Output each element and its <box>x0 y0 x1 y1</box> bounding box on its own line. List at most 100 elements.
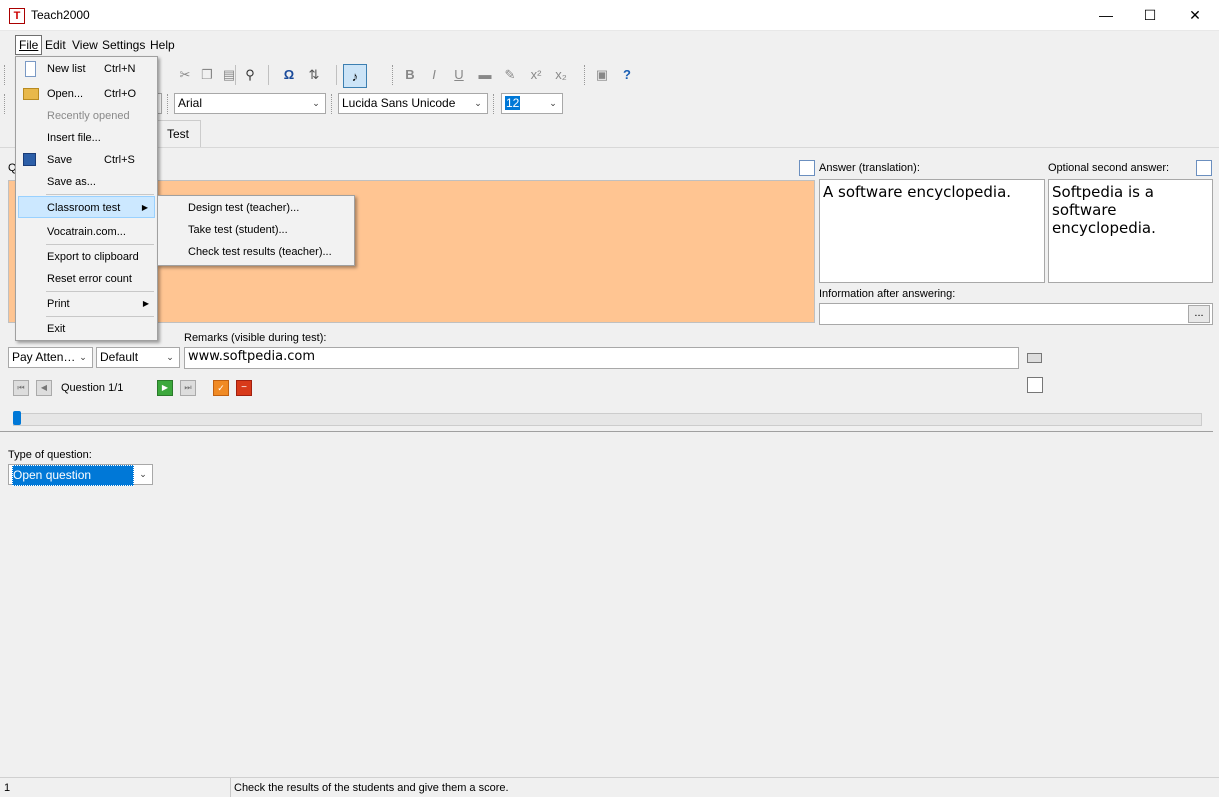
app-icon: T <box>9 8 25 24</box>
toolbar-format: ⌄ Arial ⌄ Lucida Sans Unicode ⌄ 12 ⌄ <box>0 91 1219 117</box>
image-icon[interactable] <box>1027 377 1043 393</box>
toolbar-grip[interactable] <box>493 94 496 114</box>
next-icon[interactable]: ▶ <box>157 380 173 396</box>
toolbar-separator <box>268 65 269 85</box>
menu-item-classroom-test[interactable]: Classroom test ▶ <box>18 196 155 218</box>
menu-view[interactable]: View <box>70 37 100 53</box>
toolbar-grip[interactable] <box>167 94 170 114</box>
check-icon[interactable]: ✓ <box>213 380 229 396</box>
status-panel-count: 1 <box>4 782 11 794</box>
cut-icon[interactable]: ✂ <box>175 65 195 85</box>
font-name-2-value: Lucida Sans Unicode <box>342 96 456 110</box>
bold-icon[interactable]: B <box>400 65 420 85</box>
info-label: Information after answering: <box>819 288 956 300</box>
close-button[interactable]: ✕ <box>1172 0 1218 31</box>
menu-item-print[interactable]: Print ▶ <box>18 293 155 315</box>
minimize-button[interactable]: — <box>1083 0 1129 31</box>
submenu-arrow-icon: ▶ <box>141 203 148 212</box>
question-type-value: Open question <box>12 465 134 486</box>
chevron-down-icon: ⌄ <box>79 352 87 362</box>
keyboard-icon[interactable] <box>1027 353 1042 363</box>
underline-icon[interactable]: U <box>449 65 469 85</box>
copy-icon[interactable]: ❐ <box>197 65 217 85</box>
font-name-value: Arial <box>178 96 203 110</box>
remarks-label: Remarks (visible during test): <box>184 332 327 344</box>
chevron-down-icon: ⌄ <box>474 98 482 108</box>
remarks-textbox[interactable]: www.softpedia.com <box>184 347 1019 369</box>
omega-icon[interactable]: Ω <box>279 65 299 85</box>
difficulty-combo[interactable]: Default ⌄ <box>96 347 180 368</box>
font-size-combo[interactable]: 12 ⌄ <box>501 93 563 114</box>
toolbar-separator <box>235 65 236 85</box>
menu-item-open[interactable]: Open... Ctrl+O <box>18 83 155 105</box>
answer-textbox[interactable]: A software encyclopedia. <box>819 179 1045 283</box>
toolbar-grip[interactable] <box>331 94 334 114</box>
find-icon[interactable]: ⚲ <box>240 65 260 85</box>
menu-item-save[interactable]: Save Ctrl+S <box>18 149 155 171</box>
chevron-down-icon: ⌄ <box>549 98 557 108</box>
menu-edit[interactable]: Edit <box>43 37 68 53</box>
toolbar-grip[interactable] <box>4 65 7 85</box>
subscript-icon[interactable]: x₂ <box>551 65 571 85</box>
second-answer-label: Optional second answer: <box>1048 162 1170 174</box>
menu-settings[interactable]: Settings <box>100 37 147 53</box>
menu-item-insert-file[interactable]: Insert file... <box>18 127 155 149</box>
page-icon[interactable] <box>799 160 815 176</box>
last-icon[interactable]: ⏭ <box>180 380 196 396</box>
first-icon[interactable]: ⏮ <box>13 380 29 396</box>
toolbar-main: ✂ ❐ ▤ ⚲ Ω ⇅ ♪ B I U ▬ ✎ x² x₂ ▣ ? <box>0 60 1219 91</box>
menu-item-take-test[interactable]: Take test (student)... <box>188 224 288 236</box>
previous-icon[interactable]: ◀ <box>36 380 52 396</box>
menu-item-check-results[interactable]: Check test results (teacher)... <box>188 246 332 258</box>
question-type-combo[interactable]: Open question ⌄ <box>8 464 153 486</box>
menu-item-vocatrain[interactable]: Vocatrain.com... <box>18 221 155 243</box>
window-title: Teach2000 <box>31 8 90 22</box>
menu-help[interactable]: Help <box>148 37 177 53</box>
answer-label: Answer (translation): <box>819 162 920 174</box>
divider <box>0 431 1213 432</box>
superscript-icon[interactable]: x² <box>526 65 546 85</box>
music-note-icon[interactable]: ♪ <box>343 64 367 88</box>
highlight-icon[interactable]: ▬ <box>475 65 495 85</box>
menu-file[interactable]: File <box>15 35 43 55</box>
help-icon[interactable]: ? <box>617 65 637 85</box>
italic-icon[interactable]: I <box>424 65 444 85</box>
menu-item-new-list[interactable]: New list Ctrl+N <box>18 58 155 80</box>
menu-item-export-clipboard[interactable]: Export to clipboard <box>18 246 155 268</box>
question-slider-track[interactable] <box>13 413 1202 426</box>
menu-item-save-as[interactable]: Save as... <box>18 171 155 193</box>
page-icon[interactable] <box>1196 160 1212 176</box>
info-ellipsis-button[interactable]: ... <box>1188 305 1210 323</box>
document-icon[interactable]: ▣ <box>592 65 612 85</box>
new-document-icon <box>25 61 36 77</box>
menu-item-reset-error-count[interactable]: Reset error count <box>18 268 155 290</box>
file-menu-dropdown: New list Ctrl+N Open... Ctrl+O Recently … <box>15 56 158 341</box>
difficulty-combo-value: Default <box>100 350 139 364</box>
menu-separator <box>46 244 154 245</box>
menu-item-exit[interactable]: Exit <box>18 318 155 340</box>
pen-icon[interactable]: ✎ <box>500 65 520 85</box>
toolbar-grip[interactable] <box>584 65 587 85</box>
menu-item-design-test[interactable]: Design test (teacher)... <box>188 202 299 214</box>
maximize-button[interactable]: ☐ <box>1127 0 1173 31</box>
toolbar-grip[interactable] <box>392 65 395 85</box>
toolbar-grip[interactable] <box>4 94 7 114</box>
tab-test[interactable]: Test <box>155 120 201 147</box>
font-name-2-combo[interactable]: Lucida Sans Unicode ⌄ <box>338 93 488 114</box>
toolbar-separator <box>336 65 337 85</box>
submenu-arrow-icon: ▶ <box>142 299 149 308</box>
menu-item-recently-opened: Recently opened <box>47 110 130 122</box>
level-combo[interactable]: Pay Atten… ⌄ <box>8 347 93 368</box>
font-name-combo[interactable]: Arial ⌄ <box>174 93 326 114</box>
question-type-label: Type of question: <box>8 449 92 461</box>
question-slider-thumb[interactable] <box>13 411 21 425</box>
font-size-value: 12 <box>505 96 521 110</box>
delete-icon[interactable]: − <box>236 380 252 396</box>
sort-icon[interactable]: ⇅ <box>304 65 324 85</box>
menu-separator <box>46 194 154 195</box>
paste-icon[interactable]: ▤ <box>219 65 239 85</box>
info-textbox[interactable] <box>819 303 1213 325</box>
menu-separator <box>46 291 154 292</box>
second-answer-textbox[interactable]: Softpedia is a software encyclopedia. <box>1048 179 1213 283</box>
status-divider <box>230 778 231 797</box>
